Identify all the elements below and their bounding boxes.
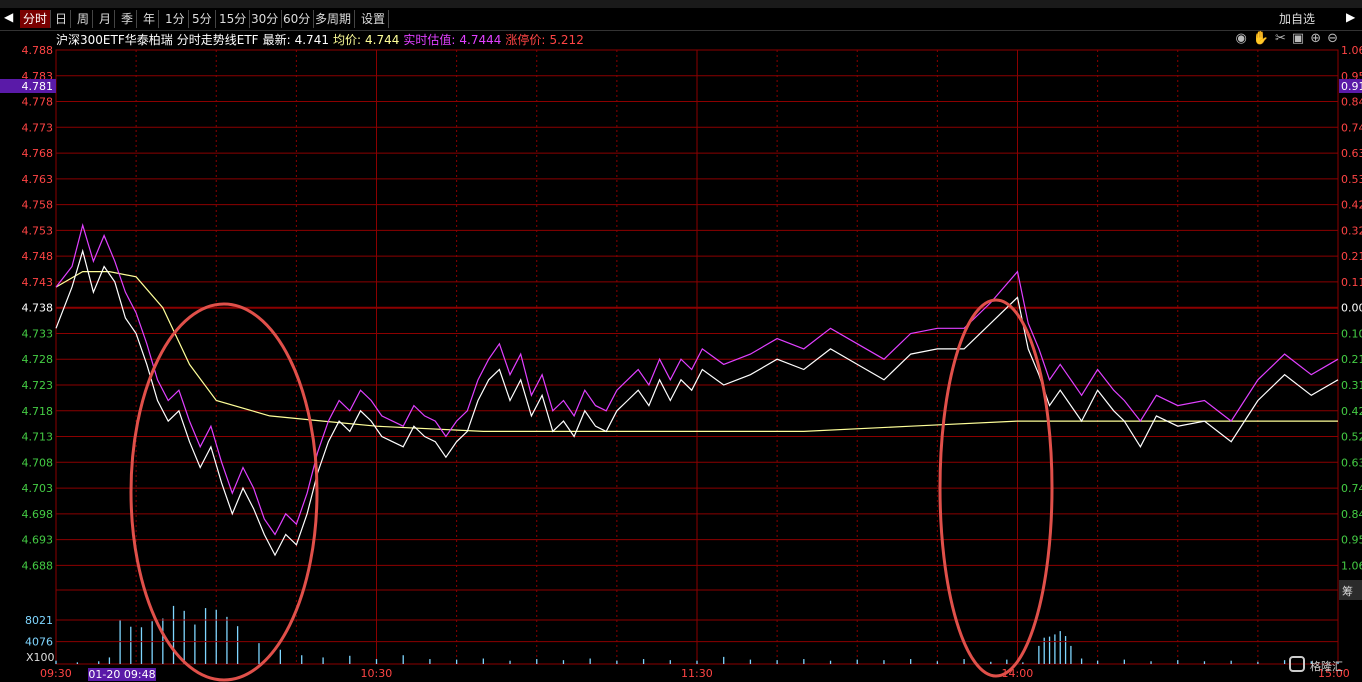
cursor-pct-label: 0.91 [1341,80,1362,93]
y-tick-label: 4.713 [22,431,54,444]
y-tick-label: 4.703 [22,482,54,495]
pct-tick-label: 0.74 [1341,121,1362,134]
y-tick-label: 4.743 [22,276,54,289]
pct-tick-label: 0.63 [1341,456,1362,469]
cursor-time-label: 01-20 09:48 [88,668,155,681]
right-edge-label: 筹 [1342,584,1353,598]
pct-tick-label: 0.84 [1341,508,1362,521]
y-tick-label: 4.773 [22,121,54,134]
y-tick-label: 4.733 [22,327,54,340]
pct-tick-label: 0.31 [1341,379,1362,392]
intraday-chart[interactable]: 4.7881.064.7830.954.7780.844.7730.744.76… [0,0,1362,682]
cursor-price-label: 4.781 [22,80,54,93]
pct-tick-label: 0.52 [1341,431,1362,444]
pct-tick-label: 1.06 [1341,44,1362,57]
pct-tick-label: 0.74 [1341,482,1362,495]
volume-tick-label: 4076 [25,636,53,649]
y-tick-label: 4.768 [22,147,54,160]
pct-tick-label: 0.11 [1341,276,1362,289]
watermark-text: 格隆汇 [1310,659,1343,673]
pct-tick-label: 0.42 [1341,405,1362,418]
y-tick-label: 4.688 [22,559,54,572]
pct-tick-label: 0.21 [1341,250,1362,263]
annotation-ellipse-morning [129,302,319,682]
x-tick-label: 09:30 [40,667,72,680]
y-tick-label: 4.718 [22,405,54,418]
y-tick-label: 4.698 [22,508,54,521]
pct-tick-label: 0.95 [1341,534,1362,547]
volume-tick-label: 8021 [25,614,53,627]
pct-tick-label: 0.84 [1341,96,1362,109]
y-tick-label: 4.723 [22,379,54,392]
x-tick-label: 10:30 [361,667,393,680]
y-tick-label: 4.748 [22,250,54,263]
pct-tick-label: 0.32 [1341,224,1362,237]
pct-tick-label: 1.06 [1341,559,1362,572]
y-tick-label: 4.788 [22,44,54,57]
y-tick-label: 4.693 [22,534,54,547]
y-tick-label: 4.778 [22,96,54,109]
pct-tick-label: 0.10 [1341,327,1362,340]
pct-tick-label: 0.63 [1341,147,1362,160]
y-tick-label: 4.708 [22,456,54,469]
pct-tick-label: 0.42 [1341,199,1362,212]
volume-unit-label: X100 [26,651,55,664]
y-tick-label: 4.753 [22,224,54,237]
x-tick-label: 11:30 [681,667,713,680]
y-tick-label: 4.728 [22,353,54,366]
y-tick-label: 4.763 [22,173,54,186]
y-tick-label: 4.738 [22,302,54,315]
y-tick-label: 4.758 [22,199,54,212]
pct-tick-label: 0.53 [1341,173,1362,186]
pct-tick-label: 0.21 [1341,353,1362,366]
pct-tick-label: 0.00 [1341,302,1362,315]
